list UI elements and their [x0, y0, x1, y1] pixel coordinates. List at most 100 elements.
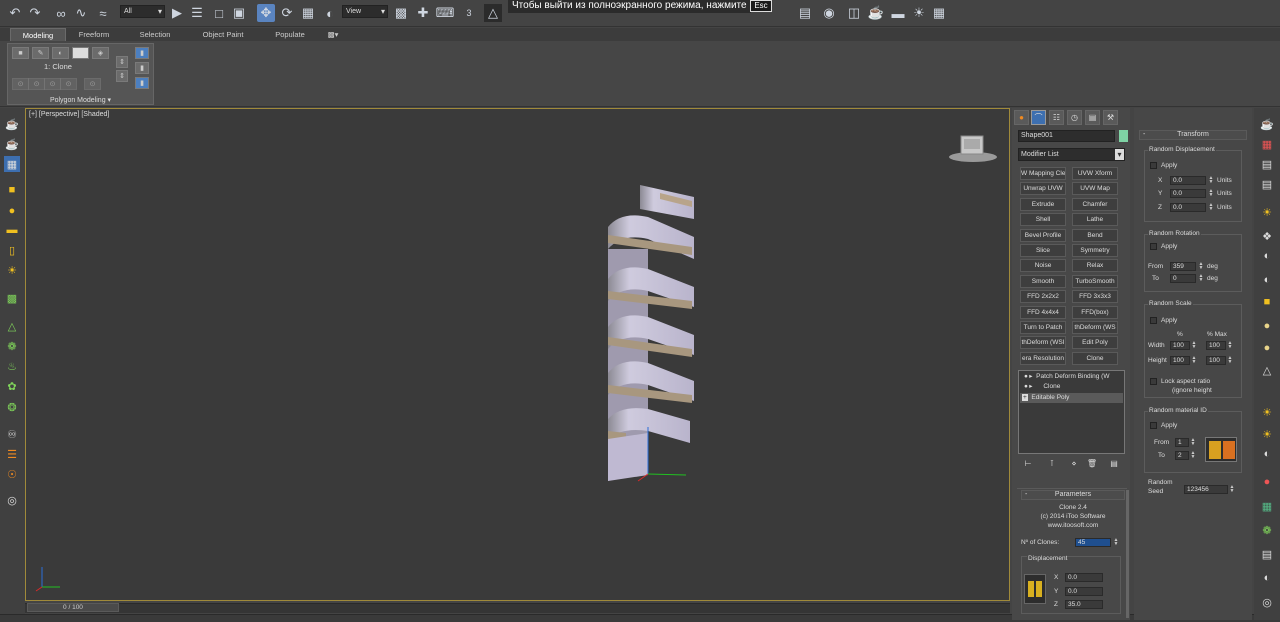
modifier-button[interactable]: Relax — [1072, 259, 1118, 273]
rs-width-max-spinner-icon[interactable]: ▲ ▼ — [1227, 341, 1233, 350]
modifier-1-icon[interactable]: ▩ — [4, 290, 20, 306]
rs-width-min-input[interactable]: 100 — [1170, 341, 1190, 350]
tab-freeform[interactable]: Freeform — [70, 28, 118, 41]
ribbon-tool-2-icon[interactable]: ✎ — [32, 47, 49, 59]
stack-item-editable-poly[interactable]: + Editable Poly — [1020, 393, 1123, 403]
select-place-icon[interactable]: ◐ — [321, 4, 339, 22]
right-tool-20-icon[interactable]: ◐ — [1259, 570, 1275, 586]
random-seed-input[interactable]: 123456 — [1184, 485, 1228, 494]
right-tool-16-icon[interactable]: ● — [1259, 474, 1275, 490]
teapot-icon[interactable]: ☕ — [4, 116, 20, 132]
rd-z-input[interactable]: 0.0 — [1170, 203, 1206, 212]
plane-primitive-icon[interactable]: ▬ — [4, 222, 20, 238]
ribbon-side-2-icon[interactable]: ⇕ — [116, 70, 128, 82]
select-object-icon[interactable]: ▶ — [168, 4, 186, 22]
rd-y-input[interactable]: 0.0 — [1170, 189, 1206, 198]
ribbon-side-4-icon[interactable]: ▮ — [135, 62, 149, 74]
modifier-5-icon[interactable]: ✿ — [4, 378, 20, 394]
sphere-primitive-icon[interactable]: ● — [4, 203, 20, 219]
rs-width-min-spinner-icon[interactable]: ▲ ▼ — [1191, 341, 1197, 350]
ribbon-element-icon[interactable]: ⊙ — [84, 78, 101, 90]
modifier-button[interactable]: Turn to Patch — [1020, 321, 1066, 334]
timeline-bar[interactable] — [25, 603, 1010, 613]
modifier-button[interactable]: Clone — [1072, 351, 1118, 365]
modifier-button[interactable]: Unwrap UVW — [1020, 182, 1066, 196]
modifier-3-icon[interactable]: ❁ — [4, 338, 20, 354]
curve-editor-icon[interactable]: ▤ — [796, 4, 814, 22]
modifier-button[interactable]: Extrude — [1020, 197, 1066, 211]
modifier-6-icon[interactable]: ❂ — [4, 399, 20, 415]
rs-height-max-input[interactable]: 100 — [1206, 356, 1226, 365]
ribbon-side-3-icon[interactable]: ▮ — [135, 47, 149, 59]
redo-icon[interactable]: ↷ — [26, 4, 44, 22]
modifier-button[interactable]: UVW Map — [1072, 182, 1118, 196]
box-primitive-icon[interactable]: ■ — [4, 182, 20, 198]
parameters-rollout-title[interactable]: - Parameters — [1021, 490, 1125, 500]
selection-filter-dropdown[interactable]: All — [120, 5, 165, 18]
rd-x-input[interactable]: 0.0 — [1170, 176, 1206, 185]
modifier-button[interactable]: Edit Poly — [1072, 336, 1118, 350]
unlink-icon[interactable]: ∿ — [72, 4, 90, 22]
modifier-button[interactable]: Bevel Profile — [1020, 228, 1066, 242]
cylinder-primitive-icon[interactable]: ▯ — [4, 242, 20, 258]
undo-icon[interactable]: ↶ — [6, 4, 24, 22]
clones-count-input[interactable]: 45 — [1075, 538, 1111, 547]
right-tool-10-icon[interactable]: ● — [1259, 318, 1275, 334]
tab-modeling[interactable]: Modeling — [10, 28, 66, 41]
utilities-tab-icon[interactable]: ⚒ — [1103, 110, 1118, 125]
show-end-result-icon[interactable]: ⊺ — [1046, 458, 1058, 470]
random-seed-spinner-icon[interactable]: ▲ ▼ — [1229, 485, 1235, 494]
right-tool-11-icon[interactable]: ● — [1259, 340, 1275, 356]
select-rotate-icon[interactable]: ⟳ — [278, 4, 296, 22]
create-tab-icon[interactable]: ● — [1014, 110, 1029, 125]
ribbon-border-icon[interactable]: ⊙ — [44, 78, 61, 90]
link-icon[interactable]: ∞ — [52, 4, 70, 22]
select-by-name-icon[interactable]: ☰ — [188, 4, 206, 22]
modifier-button[interactable]: Symmetry — [1072, 244, 1118, 257]
render-frame-icon[interactable]: ▬ — [889, 4, 907, 22]
render-setup-icon[interactable]: ☕ — [867, 4, 885, 22]
rd-y-spinner-icon[interactable]: ▲ ▼ — [1208, 189, 1214, 198]
modifier-button[interactable]: TurboSmooth — [1072, 274, 1118, 288]
ribbon-side-5-icon[interactable]: ▮ — [135, 77, 149, 89]
object-name-field[interactable]: Shape001 — [1018, 130, 1115, 142]
random-rotation-apply-checkbox[interactable] — [1150, 243, 1157, 250]
render-production-icon[interactable]: ☀ — [910, 4, 928, 22]
window-crossing-icon[interactable]: ▣ — [230, 4, 248, 22]
random-material-apply-checkbox[interactable] — [1150, 422, 1157, 429]
ribbon-vertex-icon[interactable]: ⊙ — [12, 78, 29, 90]
bind-space-warp-icon[interactable]: ≈ — [94, 4, 112, 22]
toggle-ribbon-icon[interactable]: ▦ — [930, 4, 948, 22]
ribbon-tool-1-icon[interactable]: ■ — [12, 47, 29, 59]
tab-selection[interactable]: Selection — [130, 28, 180, 41]
hierarchy-tab-icon[interactable]: ☷ — [1049, 110, 1064, 125]
rm-to-input[interactable]: 2 — [1175, 451, 1189, 460]
disp-x-input[interactable]: 0.0 — [1065, 573, 1103, 582]
modifier-button[interactable]: Noise — [1020, 259, 1066, 273]
modifier-button[interactable]: Smooth — [1020, 274, 1066, 288]
schematic-view-icon[interactable]: ◫ — [845, 4, 863, 22]
ribbon-options-icon[interactable]: ▩▾ — [322, 28, 344, 41]
modifier-button[interactable]: Shell — [1020, 213, 1066, 227]
motion-tab-icon[interactable]: ◷ — [1067, 110, 1082, 125]
right-tool-7-icon[interactable]: ◐ — [1259, 248, 1275, 264]
modifier-2-icon[interactable]: △ — [4, 318, 20, 334]
teapot-outline-icon[interactable]: ☕ — [4, 136, 20, 152]
ribbon-edge-icon[interactable]: ⊙ — [28, 78, 45, 90]
object-color-swatch[interactable] — [1119, 130, 1128, 142]
right-tool-1-icon[interactable]: ☕ — [1259, 116, 1275, 132]
modifier-button[interactable]: thDeform (WS — [1072, 321, 1118, 334]
rd-z-spinner-icon[interactable]: ▲ ▼ — [1208, 203, 1214, 212]
disp-y-input[interactable]: 0.0 — [1065, 587, 1103, 596]
modifier-button[interactable]: Bend — [1072, 228, 1118, 242]
pin-stack-icon[interactable]: ⊢ — [1022, 458, 1034, 470]
stack-item-patch-deform[interactable]: ● ▸ Patch Deform Binding (W — [1020, 372, 1123, 382]
rm-to-spinner-icon[interactable]: ▲ ▼ — [1190, 451, 1196, 460]
modifier-button[interactable]: thDeform (WSI — [1020, 336, 1066, 350]
rs-height-max-spinner-icon[interactable]: ▲ ▼ — [1227, 356, 1233, 365]
rr-to-input[interactable]: 0 — [1170, 274, 1196, 283]
snaps-toggle-icon[interactable]: 3 — [460, 4, 478, 22]
rect-selection-icon[interactable]: □ — [210, 4, 228, 22]
params-scrollbar[interactable] — [1126, 490, 1129, 618]
box-select-icon[interactable]: ▦ — [4, 156, 20, 172]
